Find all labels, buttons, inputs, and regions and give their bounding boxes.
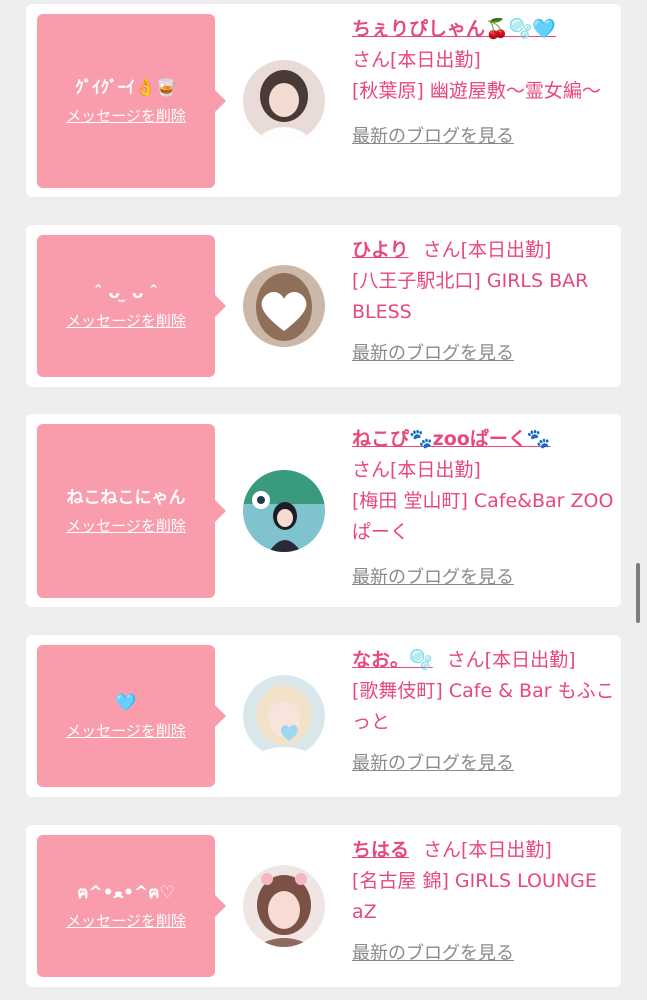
store-name: [名古屋 錦] GIRLS LOUNGE aZ — [352, 870, 597, 923]
attendance-status: さん[本日出勤] — [422, 239, 552, 261]
blog-link[interactable]: 最新のブログを見る — [352, 338, 616, 369]
delete-message-link[interactable]: メッセージを削除 — [66, 910, 186, 931]
avatar-photo — [243, 265, 325, 347]
profile-info: ねこぴ🐾zooぱーく🐾 さん[本日出勤] [梅田 堂山町] Cafe&Bar Z… — [352, 424, 616, 593]
message-card: ˆ ᴗ ̫ ᴗ ˆ メッセージを削除 ひより さん[本日出勤] [八王子駅北口] … — [26, 225, 621, 387]
cast-name-link[interactable]: ねこぴ🐾zooぱーく🐾 — [352, 428, 550, 450]
message-text: ねこねこにゃん — [66, 487, 186, 508]
message-text: ˆ ᴗ ̫ ᴗ ˆ — [93, 282, 159, 303]
cast-name-link[interactable]: ちぇりぴしゃん🍒🫧🩵 — [352, 18, 556, 40]
avatar-photo — [243, 60, 325, 142]
avatar[interactable] — [243, 265, 325, 347]
message-card: ねこねこにゃん メッセージを削除 ねこぴ🐾zooぱーく🐾 さん[本日出勤] [梅… — [26, 414, 621, 607]
cast-name-link[interactable]: なお。🫧 — [352, 649, 433, 671]
avatar-photo — [243, 675, 325, 757]
message-text: 🩵 — [115, 692, 137, 713]
store-name: [秋葉原] 幽遊屋敷〜霊女編〜 — [352, 80, 601, 102]
blog-link[interactable]: 最新のブログを見る — [352, 748, 616, 779]
avatar-photo — [243, 470, 325, 552]
message-bubble: 🩵 メッセージを削除 — [37, 645, 226, 787]
avatar[interactable] — [243, 470, 325, 552]
store-name: [梅田 堂山町] Cafe&Bar ZOOぱーく — [352, 490, 614, 543]
attendance-status: さん[本日出勤] — [423, 839, 552, 861]
avatar-photo — [243, 865, 325, 947]
message-bubble: ねこねこにゃん メッセージを削除 — [37, 424, 226, 598]
profile-info: ひより さん[本日出勤] [八王子駅北口] GIRLS BAR BLESS 最新の… — [352, 235, 616, 369]
attendance-status: さん[本日出勤] — [352, 49, 481, 71]
store-name: [八王子駅北口] GIRLS BAR BLESS — [352, 270, 589, 323]
attendance-status: さん[本日出勤] — [446, 649, 576, 671]
message-bubble: ˆ ᴗ ̫ ᴗ ˆ メッセージを削除 — [37, 235, 226, 377]
message-card: ｸﾞｲｸﾞｰｲ👌🥃 メッセージを削除 ちぇりぴしゃん🍒🫧🩵 さん[本日出勤] [… — [26, 4, 621, 197]
message-card: 🩵 メッセージを削除 なお。🫧 さん[本日出勤] [歌舞伎町] Cafe & Ba… — [26, 635, 621, 797]
profile-info: ちぇりぴしゃん🍒🫧🩵 さん[本日出勤] [秋葉原] 幽遊屋敷〜霊女編〜 最新のブ… — [352, 14, 616, 152]
message-text: ฅ^•ﻌ•^ฅ♡ — [77, 882, 175, 903]
blog-link[interactable]: 最新のブログを見る — [352, 938, 616, 969]
profile-info: ちはる さん[本日出勤] [名古屋 錦] GIRLS LOUNGE aZ 最新のブ… — [352, 835, 616, 969]
cast-name-link[interactable]: ひより — [352, 239, 409, 261]
delete-message-link[interactable]: メッセージを削除 — [66, 310, 186, 331]
message-text: ｸﾞｲｸﾞｰｲ👌🥃 — [75, 77, 177, 98]
blog-link[interactable]: 最新のブログを見る — [352, 121, 616, 152]
avatar[interactable] — [243, 675, 325, 757]
attendance-status: さん[本日出勤] — [352, 459, 481, 481]
message-card: ฅ^•ﻌ•^ฅ♡ メッセージを削除 ちはる さん[本日出勤] [名古屋 錦] GI… — [26, 825, 621, 987]
cast-name-link[interactable]: ちはる — [352, 839, 409, 861]
profile-info: なお。🫧 さん[本日出勤] [歌舞伎町] Cafe & Bar もふこっと 最新の… — [352, 645, 616, 779]
avatar[interactable] — [243, 865, 325, 947]
delete-message-link[interactable]: メッセージを削除 — [66, 105, 186, 126]
store-name: [歌舞伎町] Cafe & Bar もふこっと — [352, 680, 615, 733]
message-bubble: ฅ^•ﻌ•^ฅ♡ メッセージを削除 — [37, 835, 226, 977]
delete-message-link[interactable]: メッセージを削除 — [66, 515, 186, 536]
delete-message-link[interactable]: メッセージを削除 — [66, 720, 186, 741]
blog-link[interactable]: 最新のブログを見る — [352, 562, 616, 593]
message-bubble: ｸﾞｲｸﾞｰｲ👌🥃 メッセージを削除 — [37, 14, 226, 188]
scrollbar[interactable] — [636, 563, 640, 623]
avatar[interactable] — [243, 60, 325, 142]
